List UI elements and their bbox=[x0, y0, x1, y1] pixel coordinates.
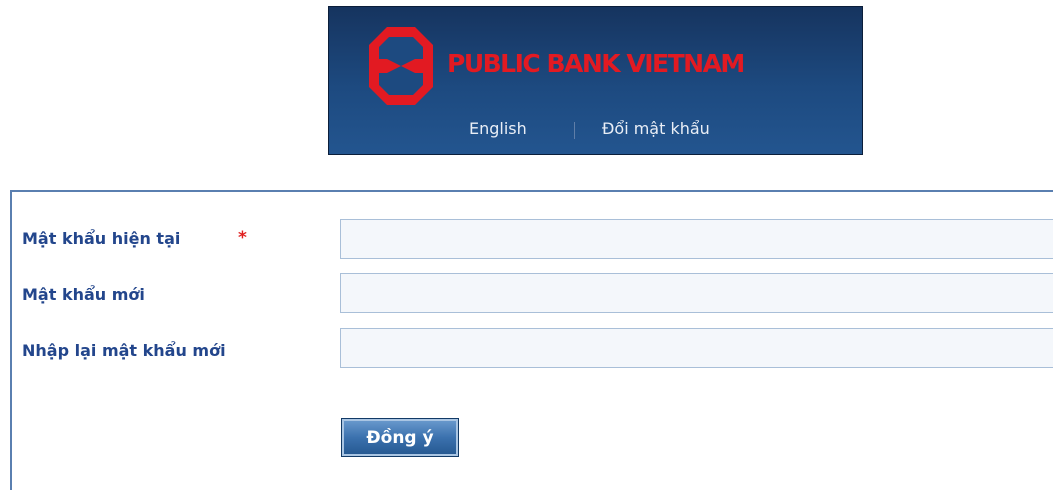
english-language-link[interactable]: English bbox=[469, 119, 527, 138]
current-password-label: Mật khẩu hiện tại bbox=[22, 229, 181, 248]
bank-header-banner: PUBLIC BANK VIETNAM English Đổi mật khẩu bbox=[328, 6, 863, 155]
new-password-label: Mật khẩu mới bbox=[22, 285, 145, 304]
confirm-password-input[interactable] bbox=[340, 328, 1053, 368]
new-password-input[interactable] bbox=[340, 273, 1053, 313]
required-asterisk: * bbox=[238, 228, 247, 248]
submit-button[interactable]: Đồng ý bbox=[341, 418, 459, 457]
confirm-password-label: Nhập lại mật khẩu mới bbox=[22, 341, 226, 360]
public-bank-logo-icon bbox=[369, 27, 433, 105]
current-password-input[interactable] bbox=[340, 219, 1053, 259]
change-password-link[interactable]: Đổi mật khẩu bbox=[602, 119, 710, 138]
bank-brand-name: PUBLIC BANK VIETNAM bbox=[447, 49, 745, 78]
header-links: English Đổi mật khẩu bbox=[329, 119, 864, 141]
header-link-divider bbox=[574, 122, 575, 139]
